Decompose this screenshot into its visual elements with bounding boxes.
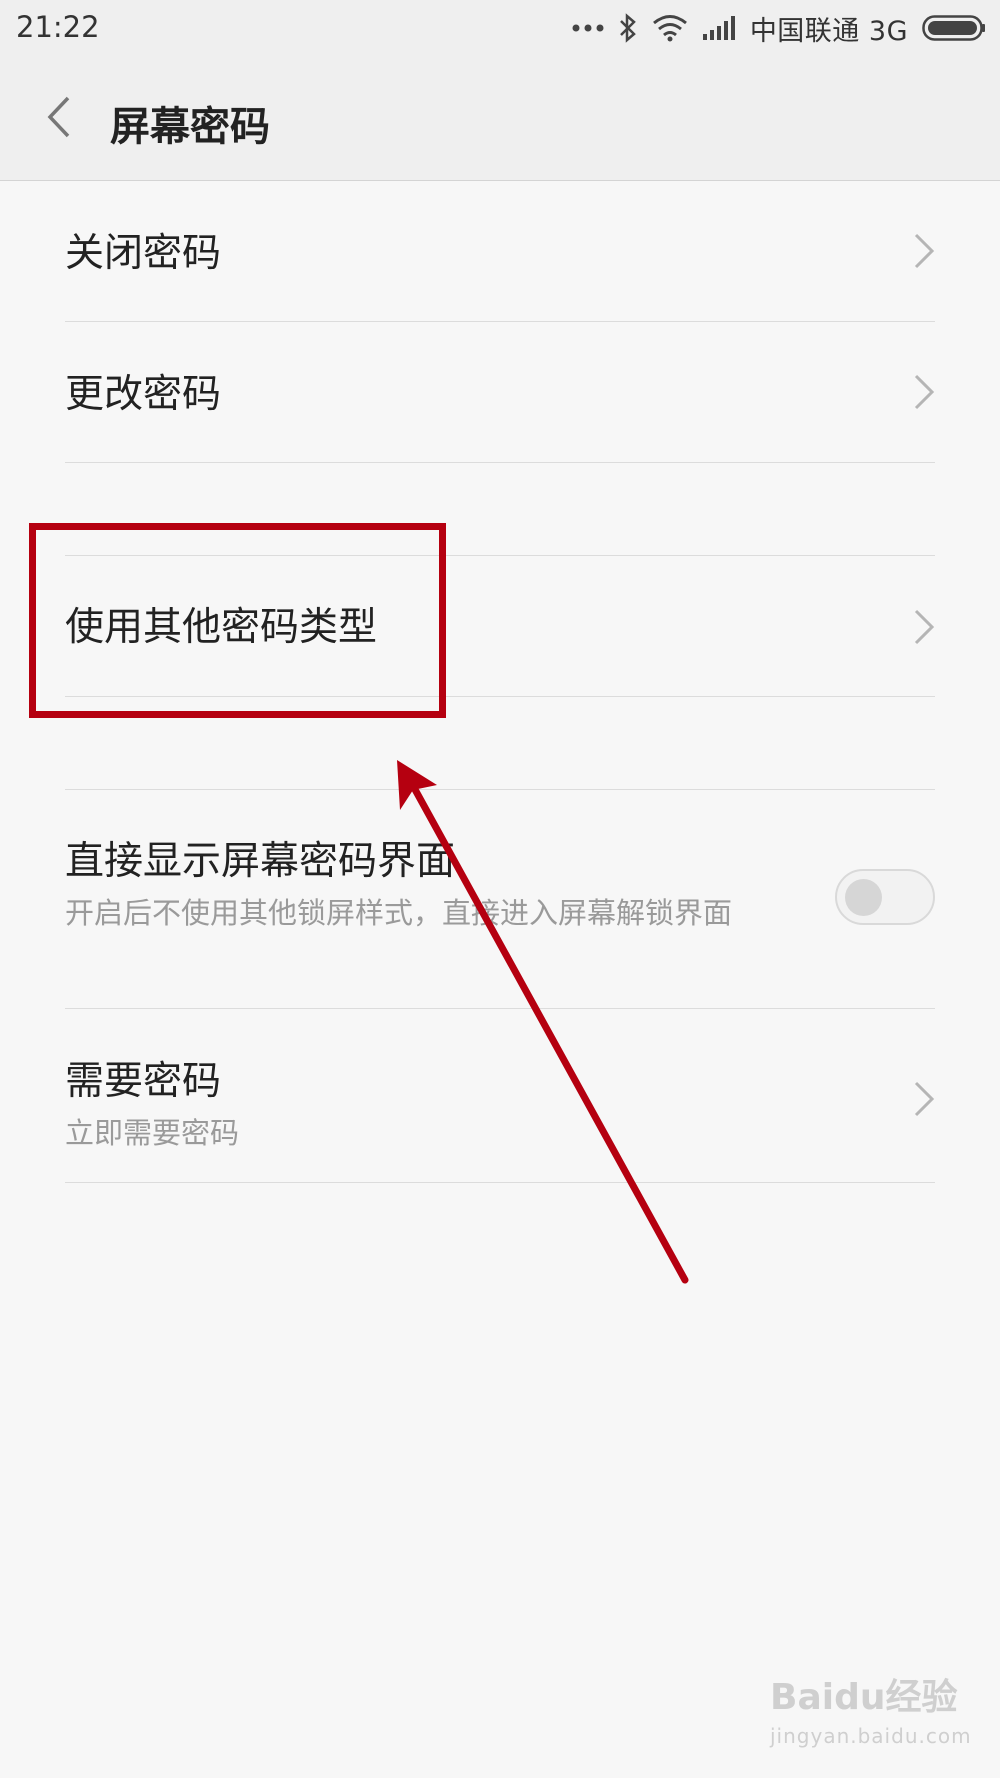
watermark-url: jingyan.baidu.com bbox=[770, 1724, 972, 1748]
watermark-brand: Baidu经验 bbox=[770, 1677, 958, 1718]
annotation-arrow bbox=[397, 760, 689, 1284]
watermark: Baidu经验 jingyan.baidu.com bbox=[770, 1668, 972, 1748]
